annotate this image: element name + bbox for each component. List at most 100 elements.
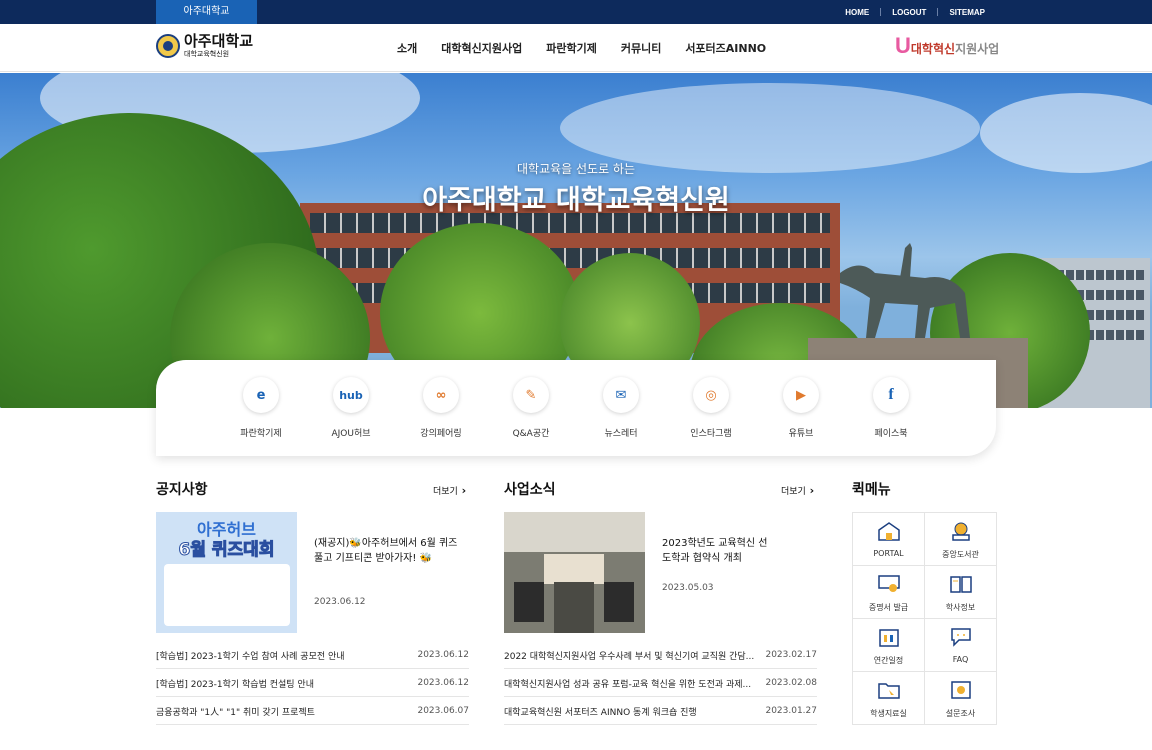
quick-link-label: AJOU허브 — [331, 429, 371, 439]
home-link[interactable]: HOME — [834, 8, 880, 17]
quick-menu-heading: 퀵메뉴 — [852, 482, 891, 498]
quick-menu-label: 중앙도서관 — [942, 550, 979, 559]
sitemap-link[interactable]: SITEMAP — [938, 8, 996, 17]
news-more-link[interactable]: 더보기 — [781, 484, 814, 497]
list-item-title: [학습법] 2023-1학기 수업 참여 사례 공모전 안내 — [156, 651, 345, 662]
thumb-line2: 6월 퀴즈대회 — [178, 540, 275, 561]
quick-link-label: 뉴스레터 — [604, 429, 638, 439]
folder-icon — [877, 679, 901, 701]
hub-icon: hub — [333, 377, 369, 413]
quick-link-label: 파란학기제 — [240, 429, 282, 439]
list-item[interactable]: [학습법] 2023-1학기 학습법 컨설팅 안내 2023.06.12 — [156, 670, 469, 697]
quick-menu-library[interactable]: 중앙도서관 — [925, 513, 997, 566]
quick-link-label: Q&A공간 — [512, 429, 550, 439]
quick-link-qna[interactable]: ✎ Q&A공간 — [486, 377, 576, 439]
quick-menu-label: 증명서 발급 — [868, 603, 909, 612]
list-item-title: [학습법] 2023-1학기 학습법 컨설팅 안내 — [156, 679, 314, 690]
quick-link-facebook[interactable]: f 페이스북 — [846, 377, 936, 439]
list-item[interactable]: 대학교육혁신원 서포터즈 AINNO 동계 워크숍 진행 2023.01.27 — [504, 698, 817, 725]
thumb-panel — [164, 564, 290, 626]
chat-icon — [949, 626, 973, 648]
blue-semester-icon: e — [243, 377, 279, 413]
quick-menu-label: PORTAL — [873, 549, 904, 558]
quick-link-label: 페이스북 — [874, 429, 908, 439]
quick-links-panel: e 파란학기제 hub AJOU허브 ∞ 강의페어링 ✎ Q&A공간 ✉ 뉴스레… — [156, 360, 996, 456]
u-logo-icon: U — [895, 32, 911, 58]
list-item-title: 금융공학과 "1人" "1" 취미 갖기 프로젝트 — [156, 707, 315, 718]
survey-icon — [949, 679, 973, 701]
quick-menu-label: 학생지료실 — [870, 709, 907, 718]
notice-featured-date: 2023.06.12 — [314, 597, 366, 607]
quick-menu-certificate[interactable]: 증명서 발급 — [853, 566, 925, 619]
quick-menu-calendar[interactable]: 연간일정 — [853, 619, 925, 672]
site-tab[interactable]: 아주대학교 — [156, 0, 257, 24]
top-links: HOME LOGOUT SITEMAP — [834, 0, 996, 24]
list-item-title: 대학혁신지원사업 성과 공유 포럼-교육 혁신을 위한 도전과 과제... — [504, 679, 752, 690]
hero-subtitle: 대학교육을 선도로 하는 — [516, 162, 636, 176]
logout-link[interactable]: LOGOUT — [881, 8, 937, 17]
notice-more-link[interactable]: 더보기 — [433, 484, 466, 497]
quick-menu-grid: PORTAL 중앙도서관 증명서 발급 학사정보 연간일정 FAQ 학생지료실 … — [852, 512, 997, 725]
instagram-icon: ◎ — [693, 377, 729, 413]
nav-supporters[interactable]: 서포터즈AINNO — [685, 40, 766, 56]
list-item-date: 2023.06.12 — [417, 678, 469, 688]
calendar-icon — [877, 626, 901, 648]
quick-menu-academic-info[interactable]: 학사정보 — [925, 566, 997, 619]
nav-intro[interactable]: 소개 — [397, 40, 417, 56]
list-item[interactable]: [학습법] 2023-1학기 수업 참여 사례 공모전 안내 2023.06.1… — [156, 642, 469, 669]
list-item-date: 2023.06.07 — [417, 706, 469, 716]
quick-menu-survey[interactable]: 설문조사 — [925, 672, 997, 725]
link-icon: ∞ — [423, 377, 459, 413]
logo-title: 아주대학교 — [184, 32, 254, 50]
notice-featured-title[interactable]: (재공지)🐝아주허브에서 6월 퀴즈 풀고 기프티콘 받아가자! 🐝 — [314, 536, 462, 566]
pencil-icon: ✎ — [513, 377, 549, 413]
top-bar: 아주대학교 HOME LOGOUT SITEMAP — [0, 0, 1152, 24]
quick-link-label: 인스타그램 — [690, 429, 732, 439]
list-item[interactable]: 2022 대학혁신지원사업 우수사례 부서 및 혁신기여 교직원 간담... 2… — [504, 642, 817, 669]
quick-menu-label: 설문조사 — [945, 709, 976, 718]
list-item-title: 대학교육혁신원 서포터즈 AINNO 동계 워크숍 진행 — [504, 707, 697, 718]
hero-title: 아주대학교 대학교육혁신원 — [422, 185, 730, 216]
quick-link-blue-semester[interactable]: e 파란학기제 — [216, 377, 306, 439]
quick-menu-faq[interactable]: FAQ — [925, 619, 997, 672]
list-item-title: 2022 대학혁신지원사업 우수사례 부서 및 혁신기여 교직원 간담... — [504, 651, 755, 662]
quick-menu-student-resources[interactable]: 학생지료실 — [853, 672, 925, 725]
hero-banner: 대학교육을 선도로 하는 아주대학교 대학교육혁신원 — [0, 73, 1152, 408]
list-item-date: 2023.02.17 — [765, 650, 817, 660]
header: 아주대학교 대학교육혁신원 소개 대학혁신지원사업 파란학기제 커뮤니티 서포터… — [0, 24, 1152, 72]
youtube-icon: ▶ — [783, 377, 819, 413]
mail-icon: ✉ — [603, 377, 639, 413]
innovation-support-logo[interactable]: U 대학혁신지원사업 — [895, 34, 999, 57]
quick-link-newsletter[interactable]: ✉ 뉴스레터 — [576, 377, 666, 439]
certificate-icon — [877, 573, 901, 595]
quick-link-instagram[interactable]: ◎ 인스타그램 — [666, 377, 756, 439]
book-icon — [949, 573, 973, 595]
quick-link-ajou-hub[interactable]: hub AJOU허브 — [306, 377, 396, 439]
news-heading: 사업소식 — [504, 482, 556, 498]
seal-icon — [156, 34, 180, 58]
quick-link-lecture-pairing[interactable]: ∞ 강의페어링 — [396, 377, 486, 439]
logo-subtitle: 대학교육혁신원 — [184, 50, 230, 58]
list-item-date: 2023.01.27 — [765, 706, 817, 716]
quick-link-youtube[interactable]: ▶ 유튜브 — [756, 377, 846, 439]
nav-innovation[interactable]: 대학혁신지원사업 — [441, 40, 522, 56]
news-thumbnail[interactable] — [504, 512, 645, 633]
quick-menu-portal[interactable]: PORTAL — [853, 513, 925, 566]
main-nav: 소개 대학혁신지원사업 파란학기제 커뮤니티 서포터즈AINNO — [397, 24, 790, 72]
list-item[interactable]: 금융공학과 "1人" "1" 취미 갖기 프로젝트 2023.06.07 — [156, 698, 469, 725]
facebook-icon: f — [873, 377, 909, 413]
notice-thumbnail[interactable]: 아주허브 6월 퀴즈대회 — [156, 512, 297, 633]
list-item-date: 2023.06.12 — [417, 650, 469, 660]
notice-heading: 공지사항 — [156, 482, 208, 498]
list-item-date: 2023.02.08 — [765, 678, 817, 688]
quick-menu-label: FAQ — [952, 655, 969, 664]
quick-menu-label: 학사정보 — [945, 603, 976, 612]
news-featured-title[interactable]: 2023학년도 교육혁신 선도학과 협약식 개최 — [662, 536, 772, 566]
nav-blue-semester[interactable]: 파란학기제 — [546, 40, 597, 56]
nav-community[interactable]: 커뮤니티 — [621, 40, 661, 56]
university-logo[interactable]: 아주대학교 대학교육혁신원 — [156, 34, 253, 58]
school-icon — [877, 520, 901, 542]
right-logo-sub: 지원사업 — [955, 42, 1000, 56]
horse-statue — [840, 243, 970, 338]
list-item[interactable]: 대학혁신지원사업 성과 공유 포럼-교육 혁신을 위한 도전과 과제... 20… — [504, 670, 817, 697]
